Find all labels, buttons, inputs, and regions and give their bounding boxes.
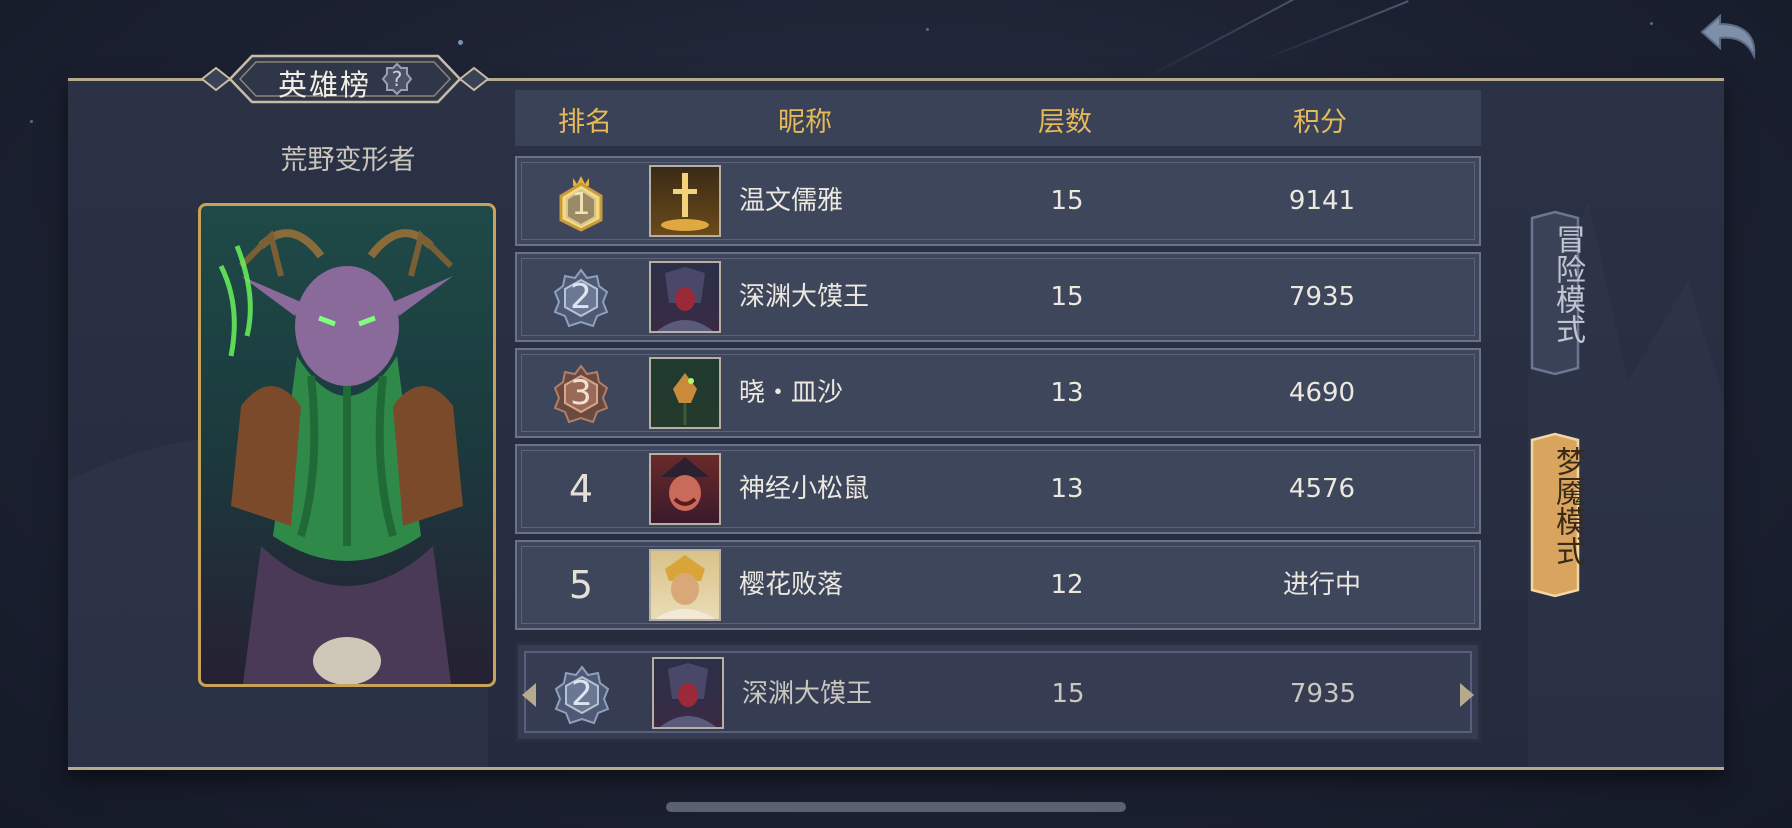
- background-star: [1650, 22, 1653, 25]
- player-floors: 15: [1050, 186, 1084, 216]
- tab-label: 梦魇模式: [1550, 446, 1585, 566]
- hero-name: 荒野变形者: [280, 145, 416, 176]
- background-star: [926, 28, 929, 31]
- table-row[interactable]: 1 温文儒雅 15 9141: [515, 156, 1481, 246]
- title-banner: 英雄榜 ?: [200, 50, 490, 108]
- background-star: [30, 120, 33, 123]
- player-name: 神经小松鼠: [739, 474, 870, 504]
- background-star: [458, 40, 463, 45]
- tab-nightmare-mode[interactable]: 梦魇模式: [1526, 432, 1585, 598]
- player-floors: 12: [1050, 570, 1084, 600]
- player-name: 深渊大馍王: [742, 679, 873, 709]
- sword-avatar-image: [661, 173, 709, 231]
- hero-portrait[interactable]: [198, 203, 496, 687]
- hero-illustration: [218, 229, 463, 684]
- player-name: 晓・皿沙: [739, 378, 844, 408]
- player-avatar[interactable]: [652, 657, 724, 729]
- player-avatar[interactable]: [649, 261, 721, 333]
- table-row[interactable]: 3 晓・皿沙 13 4690: [515, 348, 1481, 438]
- background-streak: [1139, 0, 1318, 82]
- current-player-row[interactable]: 2 深渊大馍王 15 7935: [515, 642, 1481, 742]
- player-name: 温文儒雅: [739, 186, 844, 216]
- rank-value: 1: [571, 187, 591, 222]
- rank-value: 2: [570, 277, 592, 317]
- player-score: 7935: [1289, 679, 1357, 709]
- column-header-nickname: 昵称: [778, 107, 832, 138]
- player-score: 进行中: [1282, 570, 1361, 600]
- rank-value: 2: [571, 674, 593, 714]
- witch-avatar-image: [661, 457, 709, 511]
- rank-value: 3: [570, 373, 592, 413]
- table-row[interactable]: 2 深渊大馍王 15 7935: [515, 252, 1481, 342]
- player-score: 4690: [1288, 378, 1356, 408]
- player-floors: 13: [1050, 378, 1084, 408]
- tab-label: 冒险模式: [1550, 224, 1585, 344]
- table-header: 排名 昵称 层数 积分: [515, 90, 1481, 146]
- page-title: 英雄榜: [278, 68, 372, 102]
- player-avatar[interactable]: [649, 549, 721, 621]
- flower-avatar-image: [673, 373, 697, 425]
- player-score: 9141: [1288, 186, 1356, 216]
- background-streak: [1259, 0, 1409, 62]
- player-name: 樱花败落: [739, 570, 844, 600]
- help-button[interactable]: ?: [380, 62, 414, 96]
- player-avatar[interactable]: [649, 165, 721, 237]
- table-row[interactable]: 4 神经小松鼠 13 4576: [515, 444, 1481, 534]
- warrior-avatar-image: [655, 555, 715, 619]
- back-arrow-icon: [1700, 13, 1756, 60]
- rank-value: 4: [568, 467, 594, 511]
- home-indicator[interactable]: [666, 802, 1126, 812]
- player-floors: 15: [1050, 282, 1084, 312]
- demon-avatar-image: [660, 663, 716, 727]
- left-ornament-icon: [522, 683, 536, 707]
- tab-adventure-mode[interactable]: 冒险模式: [1526, 210, 1585, 376]
- rank-value: 5: [568, 563, 594, 607]
- demon-avatar-image: [657, 267, 713, 331]
- column-header-rank: 排名: [558, 107, 612, 138]
- right-ornament-icon: [1460, 683, 1474, 707]
- column-header-score: 积分: [1293, 107, 1347, 138]
- question-icon: ?: [381, 62, 413, 96]
- player-floors: 15: [1051, 679, 1085, 709]
- column-header-floors: 层数: [1038, 107, 1092, 138]
- player-avatar[interactable]: [649, 357, 721, 429]
- svg-text:?: ?: [392, 67, 403, 91]
- player-name: 深渊大馍王: [739, 282, 870, 312]
- player-avatar[interactable]: [649, 453, 721, 525]
- player-floors: 13: [1050, 474, 1084, 504]
- table-row[interactable]: 5 樱花败落 12 进行中: [515, 540, 1481, 630]
- back-button[interactable]: [1698, 10, 1764, 60]
- player-score: 7935: [1288, 282, 1356, 312]
- player-score: 4576: [1288, 474, 1356, 504]
